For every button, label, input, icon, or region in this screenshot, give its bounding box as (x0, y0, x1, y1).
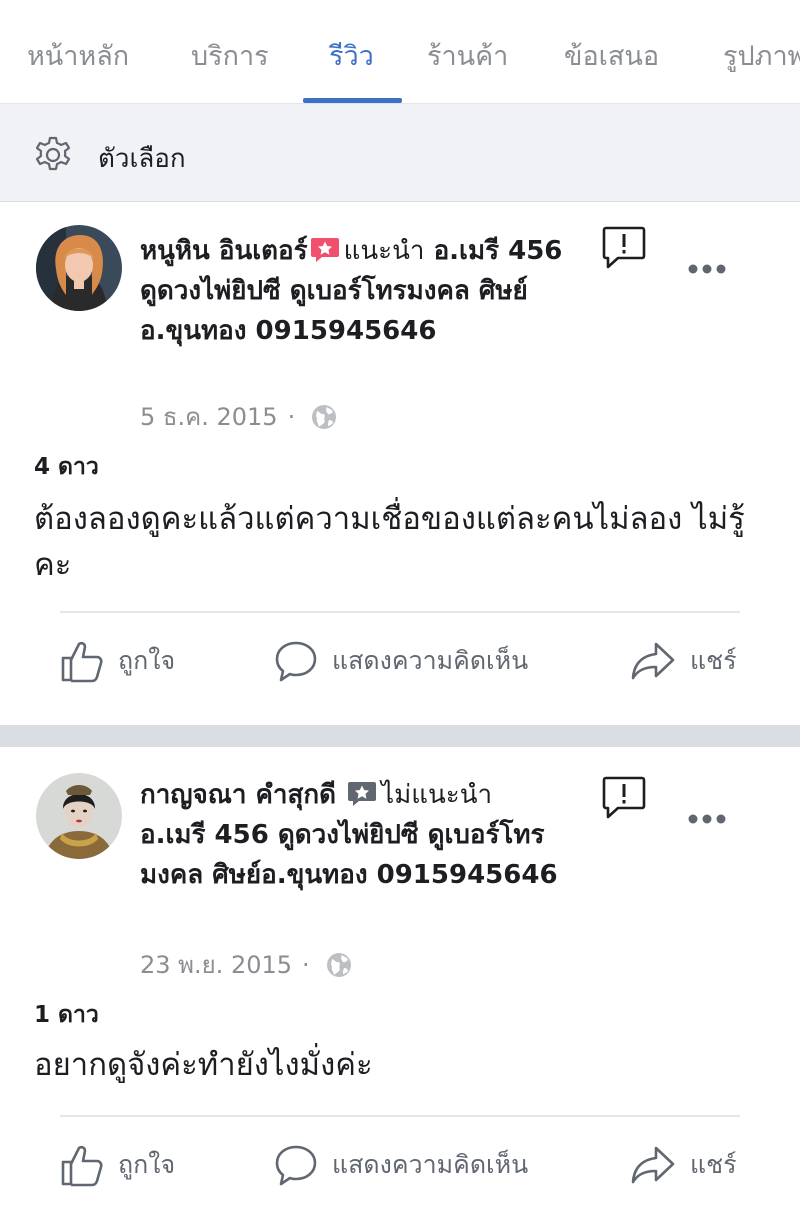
share-icon (631, 642, 675, 680)
star-rating: 1 ดาว (34, 1002, 99, 1028)
report-icon[interactable] (602, 775, 646, 819)
comment-label: แสดงความคิดเห็น (332, 1150, 529, 1179)
options-bar[interactable]: ตัวเลือก (0, 104, 800, 202)
review-header: กาญจณา คำสุกดี ไม่แนะนำ อ.เมรี 456 ดูดวง… (140, 775, 560, 895)
like-icon (61, 641, 103, 683)
options-label: ตัวเลือก (98, 144, 186, 174)
more-options-icon[interactable] (688, 813, 726, 825)
review-date[interactable]: 23 พ.ย. 2015 (140, 945, 292, 984)
share-icon (631, 1146, 675, 1184)
like-icon (61, 1145, 103, 1187)
share-label: แชร์ (690, 1150, 737, 1179)
like-label: ถูกใจ (118, 646, 176, 675)
tab-services[interactable]: บริการ (191, 34, 269, 77)
gear-icon[interactable] (30, 132, 76, 178)
globe-icon (312, 404, 337, 429)
like-label: ถูกใจ (118, 1150, 176, 1179)
tab-home[interactable]: หน้าหลัก (27, 34, 129, 77)
recommendation-text: แนะนำ (343, 236, 425, 266)
page-name[interactable]: อ.เมรี 456 ดูดวงไพ่ยิปซี ดูเบอร์โทรมงคล … (140, 820, 558, 890)
star-rating: 4 ดาว (34, 454, 99, 480)
like-button[interactable]: ถูกใจ (60, 639, 175, 683)
author-name[interactable]: กาญจณา คำสุกดี (140, 780, 336, 810)
review-text: ต้องลองดูคะแล้วแต่ความเชื่อของแต่ละคนไม่… (34, 501, 745, 583)
comment-label: แสดงความคิดเห็น (332, 646, 529, 675)
share-label: แชร์ (690, 646, 737, 675)
tab-photos[interactable]: รูปภาพ (723, 34, 800, 77)
review-header: หนูหิน อินเตอร์ แนะนำ อ.เมรี 456 ดูดวงไพ่… (140, 231, 580, 351)
comment-button[interactable]: แสดงความคิดเห็น (274, 639, 528, 683)
share-button[interactable]: แชร์ (630, 1143, 737, 1187)
review-divider (60, 611, 740, 613)
review-meta: 5 ธ.ค. 2015 · (140, 397, 337, 436)
review-divider (60, 1115, 740, 1117)
not-recommend-badge-icon (348, 782, 377, 806)
like-button[interactable]: ถูกใจ (60, 1143, 175, 1187)
more-options-icon[interactable] (688, 263, 726, 275)
recommendation-text: ไม่แนะนำ (381, 780, 493, 810)
comment-button[interactable]: แสดงความคิดเห็น (274, 1143, 528, 1187)
globe-icon (326, 952, 351, 977)
review-separator (0, 725, 800, 747)
review-meta: 23 พ.ย. 2015 · (140, 945, 352, 984)
recommend-badge-icon (310, 238, 339, 262)
review-card: หนูหิน อินเตอร์ แนะนำ อ.เมรี 456 ดูดวงไพ่… (0, 203, 800, 725)
review-text: อยากดูจังค่ะทำยังไงมั่งค่ะ (34, 1047, 373, 1083)
meta-separator: · (287, 402, 296, 431)
tab-bar: หน้าหลัก บริการ รีวิว ร้านค้า ข้อเสนอ รู… (0, 0, 800, 104)
report-icon[interactable] (602, 225, 646, 269)
tab-offers[interactable]: ข้อเสนอ (564, 34, 659, 77)
avatar[interactable] (36, 773, 122, 859)
avatar[interactable] (36, 225, 122, 311)
author-name[interactable]: หนูหิน อินเตอร์ (140, 236, 308, 266)
review-card: กาญจณา คำสุกดี ไม่แนะนำ อ.เมรี 456 ดูดวง… (0, 747, 800, 1229)
share-button[interactable]: แชร์ (630, 639, 737, 683)
comment-icon (275, 1145, 317, 1186)
meta-separator: · (302, 950, 310, 979)
review-date[interactable]: 5 ธ.ค. 2015 (140, 397, 278, 436)
comment-icon (275, 641, 317, 682)
tab-shop[interactable]: ร้านค้า (427, 34, 508, 77)
tab-reviews[interactable]: รีวิว (329, 34, 374, 77)
